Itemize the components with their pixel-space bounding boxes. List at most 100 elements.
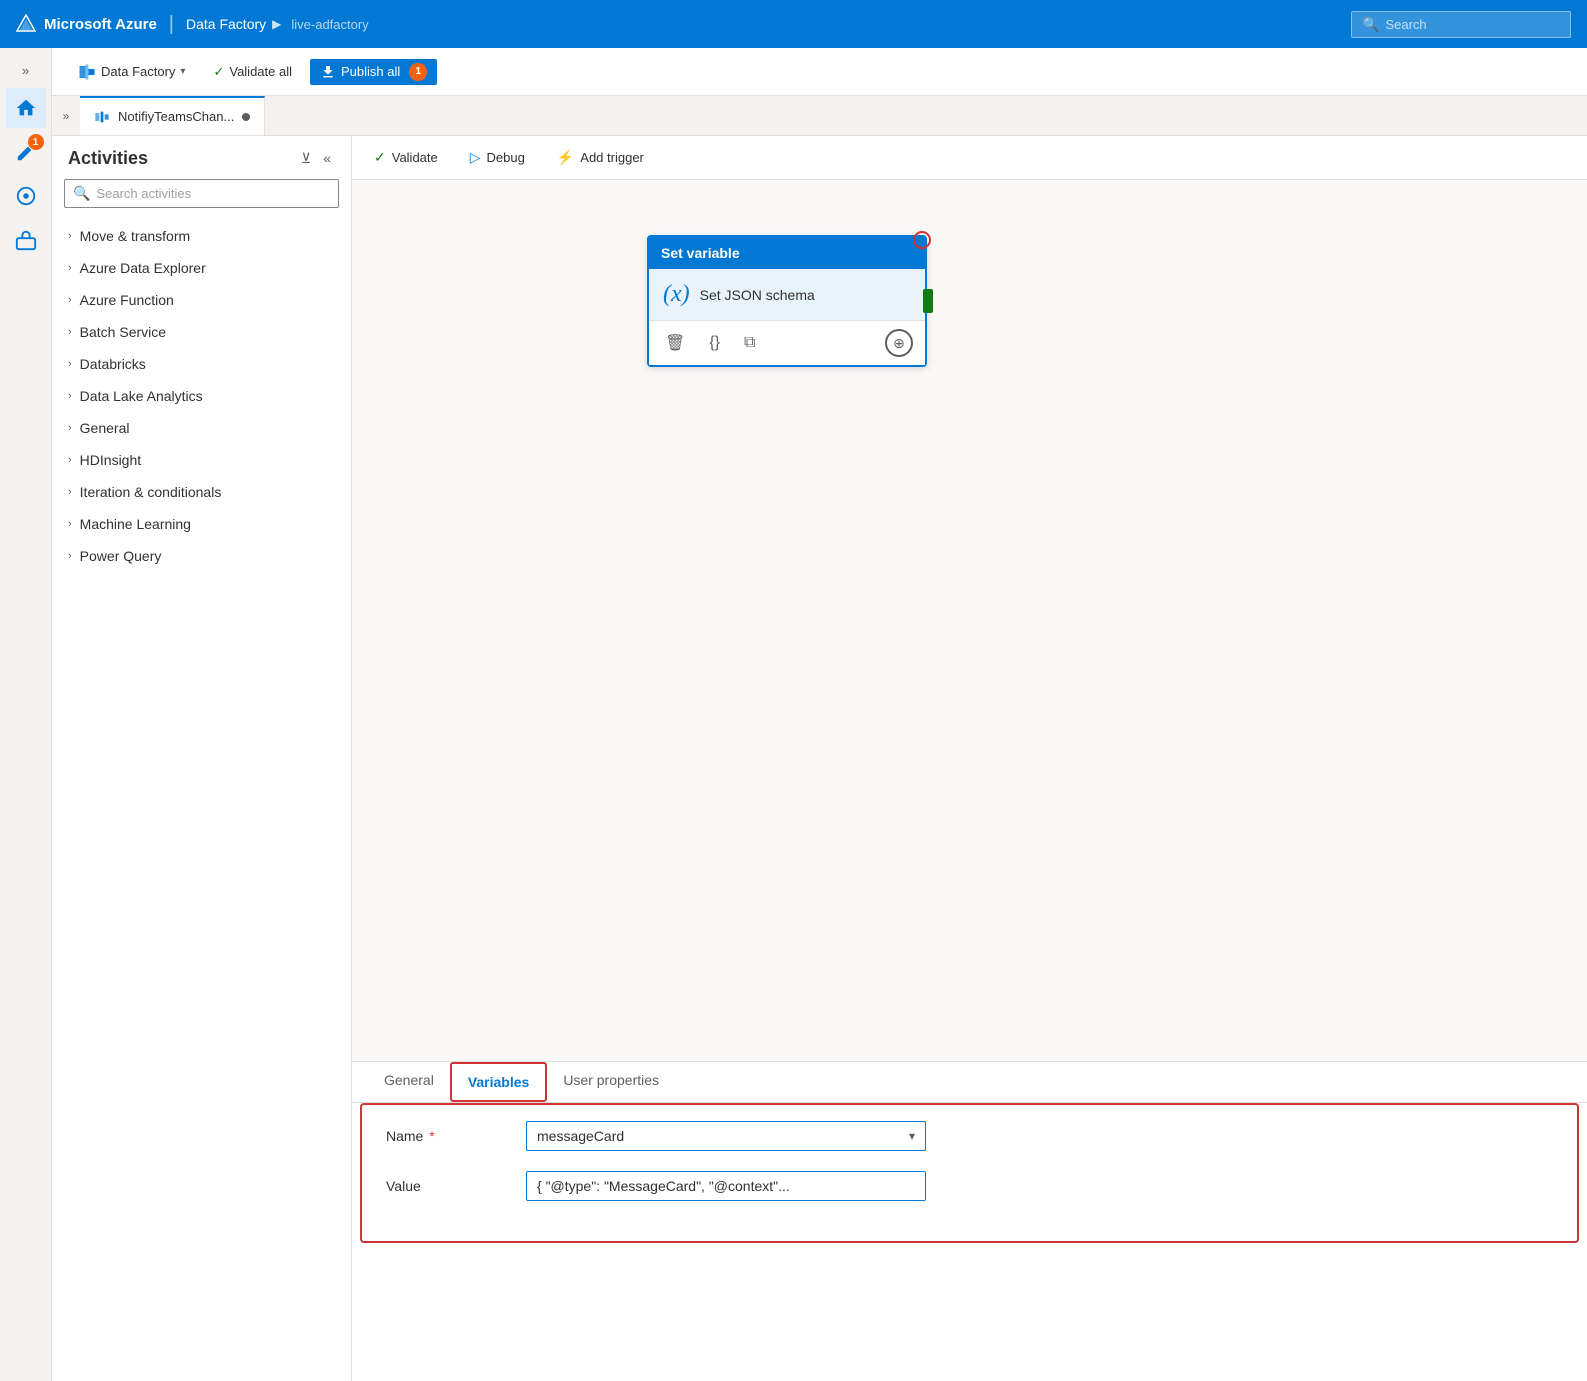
global-search-box[interactable]: 🔍 bbox=[1351, 11, 1571, 38]
publish-icon bbox=[320, 64, 336, 80]
activity-group-label: Batch Service bbox=[80, 324, 166, 340]
chevron-right-icon: › bbox=[68, 422, 72, 434]
main-toolbar: Data Factory ▾ ✓ Validate all Publish al… bbox=[52, 48, 1587, 96]
debug-play-icon: ▷ bbox=[470, 149, 481, 166]
tab-expand-button[interactable]: » bbox=[52, 96, 80, 135]
debug-button[interactable]: ▷ Debug bbox=[464, 145, 531, 170]
sidebar-item-author[interactable]: 1 bbox=[6, 132, 46, 172]
activity-name-label: Set JSON schema bbox=[700, 287, 815, 303]
pipeline-tab[interactable]: NotifiyTeamsChan... bbox=[80, 96, 265, 135]
add-trigger-label: Add trigger bbox=[580, 150, 644, 165]
sidebar-item-home[interactable] bbox=[6, 88, 46, 128]
activity-card-header: Set variable bbox=[649, 237, 925, 269]
activity-group-general[interactable]: › General bbox=[52, 412, 351, 444]
publish-badge: 1 bbox=[409, 63, 427, 81]
value-field-row: Value bbox=[386, 1171, 1553, 1201]
tab-variables[interactable]: Variables bbox=[450, 1062, 548, 1102]
chevron-right-icon: » bbox=[22, 63, 29, 78]
pipeline-canvas[interactable]: Set variable (x) Set JSON schema 🗑 {} ⧉ … bbox=[352, 180, 1587, 1061]
activity-group-label: Iteration & conditionals bbox=[80, 484, 222, 500]
home-icon bbox=[15, 97, 37, 119]
validate-button[interactable]: ✓ Validate bbox=[368, 145, 444, 170]
search-icon: 🔍 bbox=[1362, 16, 1379, 33]
activity-group-hdinsight[interactable]: › HDInsight bbox=[52, 444, 351, 476]
activity-group-label: Power Query bbox=[80, 548, 162, 564]
activity-group-iteration-conditionals[interactable]: › Iteration & conditionals bbox=[52, 476, 351, 508]
name-field-input[interactable] bbox=[537, 1128, 909, 1144]
set-variable-activity-card[interactable]: Set variable (x) Set JSON schema 🗑 {} ⧉ … bbox=[647, 235, 927, 367]
sidebar-icon-rail: » 1 bbox=[0, 48, 52, 1381]
name-field-row: Name * ▾ bbox=[386, 1121, 1553, 1151]
publish-all-label: Publish all bbox=[341, 64, 400, 79]
trigger-lightning-icon: ⚡ bbox=[557, 149, 574, 166]
activity-group-label: General bbox=[80, 420, 130, 436]
sidebar-expand-button[interactable]: » bbox=[8, 56, 44, 84]
data-factory-label: Data Factory bbox=[101, 64, 175, 79]
chevron-right-icon: › bbox=[68, 294, 72, 306]
activity-card-body[interactable]: (x) Set JSON schema bbox=[649, 269, 925, 320]
activity-group-data-lake-analytics[interactable]: › Data Lake Analytics bbox=[52, 380, 351, 412]
activity-variable-icon: (x) bbox=[663, 281, 690, 308]
pipeline-tab-label: NotifiyTeamsChan... bbox=[118, 109, 234, 124]
value-field-input[interactable] bbox=[537, 1178, 915, 1194]
search-activities-box[interactable]: 🔍 bbox=[64, 179, 339, 208]
search-activities-icon: 🔍 bbox=[73, 185, 90, 202]
bottom-panel: General Variables User properties Name bbox=[352, 1061, 1587, 1381]
collapse-icon[interactable]: « bbox=[319, 148, 335, 169]
activity-group-label: Azure Function bbox=[80, 292, 174, 308]
azure-logo-icon bbox=[16, 14, 36, 34]
chevron-right-icon: › bbox=[68, 262, 72, 274]
validate-all-button[interactable]: ✓ Validate all bbox=[203, 60, 302, 84]
nav-separator: | bbox=[169, 13, 174, 36]
chevron-right-icon: › bbox=[68, 454, 72, 466]
data-factory-dropdown-button[interactable]: Data Factory ▾ bbox=[68, 59, 195, 85]
variables-form: Name * ▾ Value bbox=[360, 1103, 1579, 1243]
sidebar-item-monitor[interactable] bbox=[6, 176, 46, 216]
add-trigger-button[interactable]: ⚡ Add trigger bbox=[551, 145, 650, 170]
value-field-wrapper[interactable] bbox=[526, 1171, 926, 1201]
name-field-label: Name * bbox=[386, 1128, 506, 1144]
activity-group-power-query[interactable]: › Power Query bbox=[52, 540, 351, 572]
code-activity-button[interactable]: {} bbox=[705, 332, 724, 354]
name-field-chevron-icon[interactable]: ▾ bbox=[909, 1129, 915, 1143]
delete-activity-button[interactable]: 🗑 bbox=[661, 331, 689, 355]
name-field-wrapper[interactable]: ▾ bbox=[526, 1121, 926, 1151]
activity-group-batch-service[interactable]: › Batch Service bbox=[52, 316, 351, 348]
activity-group-label: Azure Data Explorer bbox=[80, 260, 206, 276]
monitor-icon bbox=[15, 185, 37, 207]
edit-badge: 1 bbox=[28, 134, 44, 150]
main-layout: » 1 bbox=[0, 48, 1587, 1381]
collapse-all-icon[interactable]: ⊻ bbox=[297, 148, 315, 169]
required-indicator: * bbox=[429, 1128, 434, 1144]
global-search-input[interactable] bbox=[1385, 17, 1560, 32]
content-area: Activities ⊻ « 🔍 › Move & transform › bbox=[52, 136, 1587, 1381]
activity-group-databricks[interactable]: › Databricks bbox=[52, 348, 351, 380]
toolbox-icon bbox=[15, 229, 37, 251]
publish-all-button[interactable]: Publish all 1 bbox=[310, 59, 437, 85]
sidebar-item-manage[interactable] bbox=[6, 220, 46, 260]
add-successor-button[interactable]: ⊕ bbox=[885, 329, 913, 357]
activity-success-bar bbox=[923, 289, 933, 313]
activity-group-azure-data-explorer[interactable]: › Azure Data Explorer bbox=[52, 252, 351, 284]
activity-group-azure-function[interactable]: › Azure Function bbox=[52, 284, 351, 316]
activity-group-move-transform[interactable]: › Move & transform bbox=[52, 220, 351, 252]
brand-name: Microsoft Azure bbox=[16, 14, 157, 34]
tab-user-properties[interactable]: User properties bbox=[547, 1062, 675, 1102]
copy-activity-button[interactable]: ⧉ bbox=[740, 332, 759, 354]
search-activities-input[interactable] bbox=[96, 186, 330, 201]
validate-checkmark-icon: ✓ bbox=[374, 149, 386, 166]
canvas-area: ✓ Validate ▷ Debug ⚡ Add trigger bbox=[352, 136, 1587, 1381]
pipeline-tab-icon bbox=[94, 109, 110, 125]
activity-group-label: Move & transform bbox=[80, 228, 190, 244]
activity-group-machine-learning[interactable]: › Machine Learning bbox=[52, 508, 351, 540]
chevron-right-icon: › bbox=[68, 358, 72, 370]
tab-general[interactable]: General bbox=[368, 1062, 450, 1102]
chevron-right-icon: › bbox=[68, 326, 72, 338]
bottom-tab-bar: General Variables User properties bbox=[352, 1062, 1587, 1103]
chevron-right-icon: › bbox=[68, 390, 72, 402]
activity-error-dot bbox=[913, 231, 931, 249]
tab-unsaved-dot bbox=[242, 113, 250, 121]
nav-datafactory[interactable]: Data Factory ▶ bbox=[186, 16, 281, 32]
activity-group-label: Machine Learning bbox=[80, 516, 191, 532]
chevron-right-icon: › bbox=[68, 230, 72, 242]
